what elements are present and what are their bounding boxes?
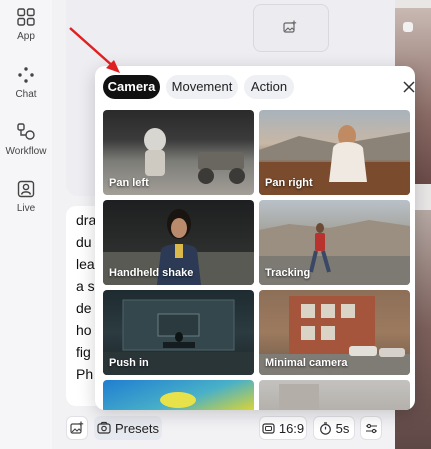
nav-rail: App Chat Workflow Live [0,0,53,449]
presets-button[interactable]: Presets [94,416,162,440]
prompt-line: a s [76,278,95,294]
aspect-ratio-label: 16:9 [278,420,305,436]
annotation-arrow-icon [69,27,120,73]
grid-icon [17,8,35,26]
prompt-line: fig [76,344,91,360]
settings-button[interactable] [360,416,382,440]
composer-toolbar: Presets 16:9 5s [66,414,395,444]
nav-label: App [17,31,35,42]
preset-label: Handheld shake [109,267,194,279]
presets-icon [97,421,111,434]
prompt-line: Ph [76,366,94,382]
prompt-line: de [76,300,92,316]
nav-item-chat[interactable]: Chat [0,66,52,100]
aspect-ratio-icon [262,422,275,434]
nav-label: Workflow [5,146,47,157]
preset-tile[interactable] [259,380,410,410]
preset-label: Minimal camera [265,357,348,369]
aspect-ratio-button[interactable]: 16:9 [259,416,307,440]
prompt-line: lea [76,256,95,272]
preset-tile[interactable] [103,380,254,410]
prompt-line: ho [76,322,92,338]
workflow-icon [17,123,35,140]
nav-label: Live [16,203,36,214]
preset-label: Pan left [109,177,149,189]
presets-label: Presets [114,420,160,436]
prompt-line: du [76,234,92,250]
preset-tile-tracking[interactable]: Tracking [259,200,410,285]
sliders-icon [365,423,377,433]
timer-icon [319,421,331,435]
presets-popup: Camera Movement Action Pan left Pan righ… [95,66,415,410]
tab-action[interactable]: Action [244,75,294,99]
preset-tile-pan-left[interactable]: Pan left [103,110,254,195]
nav-item-app[interactable]: App [0,8,52,42]
preset-label: Push in [109,357,149,369]
tab-movement[interactable]: Movement [166,75,238,99]
preset-thumbnail [160,392,196,408]
duration-button[interactable]: 5s [313,416,355,440]
prompt-line: dra [76,212,97,228]
preset-label: Tracking [265,267,311,279]
preset-thumbnail [279,384,319,410]
preset-label: Pan right [265,177,313,189]
add-image-icon [70,421,84,434]
person-icon [17,180,35,198]
preset-tile-minimal-camera[interactable]: Minimal camera [259,290,410,375]
upload-image-button[interactable] [253,4,329,52]
duration-label: 5s [335,420,350,436]
nav-label: Chat [15,89,37,100]
add-image-button[interactable] [66,416,88,440]
sparkle-icon [18,67,34,83]
nav-item-workflow[interactable]: Workflow [0,123,52,157]
preset-tile-handheld-shake[interactable]: Handheld shake [103,200,254,285]
nav-item-live[interactable]: Live [0,180,52,214]
preset-tile-pan-right[interactable]: Pan right [259,110,410,195]
add-image-icon [283,20,297,33]
close-icon[interactable] [402,80,415,94]
preset-tile-push-in[interactable]: Push in [103,290,254,375]
